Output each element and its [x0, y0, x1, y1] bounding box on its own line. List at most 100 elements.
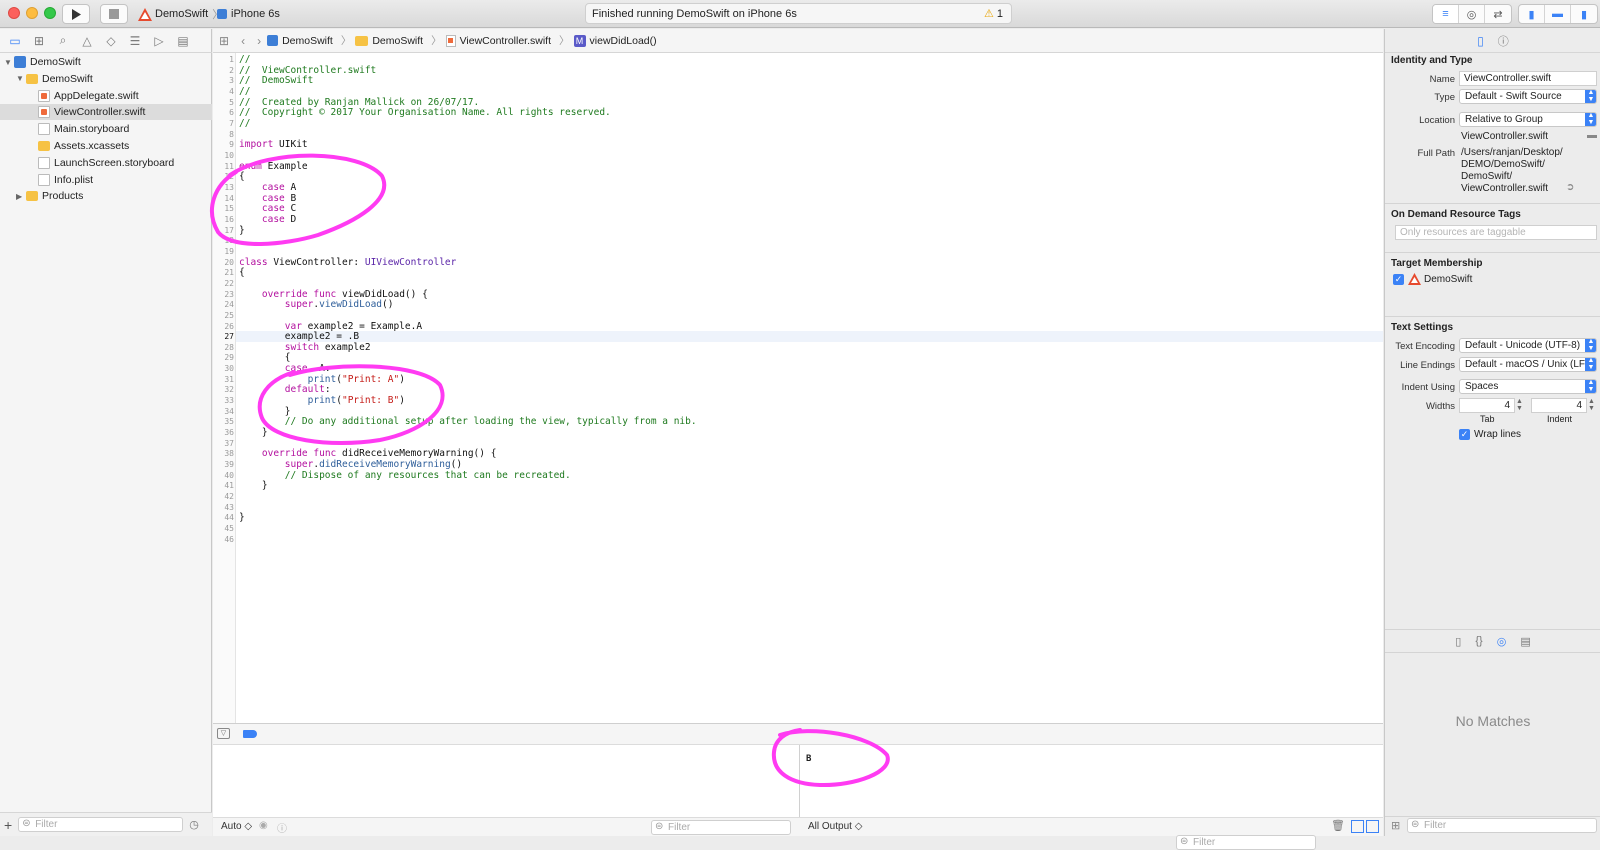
navigator-item[interactable]: LaunchScreen.storyboard	[0, 155, 212, 171]
folder-icon[interactable]: ▭	[8, 34, 22, 48]
quick-help-icon[interactable]: ⓘ	[1498, 33, 1509, 49]
indent-width-field[interactable]: 4	[1531, 398, 1587, 413]
scheme-selector[interactable]: DemoSwift 〉	[138, 4, 227, 24]
code-line[interactable]: }	[239, 406, 291, 417]
issue-icon[interactable]: △	[80, 34, 94, 48]
code-line[interactable]: super.didReceiveMemoryWarning()	[239, 459, 462, 470]
code-line[interactable]: class ViewController: UIViewController	[239, 257, 456, 268]
code-line[interactable]: {	[239, 267, 245, 278]
library-filter-input[interactable]: Filter	[1407, 818, 1597, 833]
code-line[interactable]: case D	[239, 214, 296, 225]
code-line[interactable]: print("Print: A")	[239, 374, 405, 385]
variables-view-toggle-icon[interactable]	[1351, 820, 1364, 833]
code-line[interactable]: case C	[239, 203, 296, 214]
trash-icon[interactable]: 🗑	[1331, 819, 1345, 832]
code-line[interactable]: // DemoSwift	[239, 75, 313, 86]
navigator-filter-input[interactable]: Filter	[18, 817, 184, 832]
navigator-item[interactable]: Assets.xcassets	[0, 138, 212, 154]
indent-using-popup[interactable]: Spaces ▲ ▼	[1459, 379, 1597, 394]
variables-filter-input[interactable]: Filter	[651, 820, 791, 835]
target-checkbox[interactable]: ✓	[1393, 274, 1404, 285]
code-line[interactable]: example2 = .B	[239, 331, 359, 342]
code-line[interactable]: // Copyright © 2017 Your Organisation Na…	[239, 107, 611, 118]
object-library-icon[interactable]: ◎	[1497, 635, 1507, 648]
code-line[interactable]: }	[239, 512, 245, 523]
navigator-item[interactable]: Main.storyboard	[0, 121, 212, 137]
file-inspector-icon[interactable]: ▯	[1477, 34, 1484, 48]
indent-width-stepper[interactable]: ▲ ▼	[1588, 398, 1595, 412]
code-line[interactable]: enum Example	[239, 161, 308, 172]
code-line[interactable]: //	[239, 54, 250, 65]
code-line[interactable]: }	[239, 427, 268, 438]
type-popup[interactable]: Default - Swift Source ▲ ▼	[1459, 89, 1597, 104]
wrap-lines-checkbox[interactable]: ✓	[1459, 429, 1470, 440]
code-line[interactable]: // Created by Ranjan Mallick on 26/07/17…	[239, 97, 479, 108]
console-view[interactable]: B	[800, 745, 1383, 817]
code-line[interactable]: case A	[239, 182, 296, 193]
variables-scope-popup[interactable]: Auto ◇	[221, 821, 252, 832]
text-encoding-popup[interactable]: Default - Unicode (UTF-8) ▲ ▼	[1459, 338, 1597, 353]
warning-indicator[interactable]: ⚠ 1	[984, 7, 1003, 20]
code-line[interactable]: {	[239, 171, 245, 182]
reveal-in-finder-icon[interactable]: ➲	[1566, 182, 1574, 193]
console-view-toggle-icon[interactable]	[1366, 820, 1379, 833]
code-line[interactable]: var example2 = Example.A	[239, 321, 422, 332]
source-control-icon[interactable]: ⊞	[32, 34, 46, 48]
code-line[interactable]: import UIKit	[239, 139, 308, 150]
source-editor[interactable]: 1 2 3 4 5 6 7 8 9 10 11 12 13 14 15 16 17 18 19 20 21 22 23 24 2…	[213, 53, 1383, 723]
code-line[interactable]: override func didReceiveMemoryWarning() …	[239, 448, 497, 459]
breakpoints-toggle-icon[interactable]	[243, 730, 257, 738]
report-icon[interactable]: ▤	[176, 34, 190, 48]
add-icon[interactable]: +	[4, 817, 12, 833]
line-number-gutter[interactable]: 1 2 3 4 5 6 7 8 9 10 11 12 13 14 15 16 17 18 19 20 21 22 23 24 2…	[213, 53, 236, 723]
tab-width-field[interactable]: 4	[1459, 398, 1515, 413]
odr-tags-field[interactable]: Only resources are taggable	[1395, 225, 1597, 240]
toggle-inspector-button[interactable]: ▮	[1571, 5, 1597, 23]
code-line[interactable]: //	[239, 118, 250, 129]
standard-editor-button[interactable]: ≡	[1433, 5, 1459, 23]
hide-debug-area-icon[interactable]: ▽	[217, 728, 230, 739]
disclosure-triangle-icon[interactable]: ▼	[4, 58, 14, 67]
forward-icon[interactable]: ›	[257, 34, 261, 48]
debug-icon[interactable]: ☰	[128, 34, 142, 48]
recent-files-icon[interactable]: ◷	[189, 818, 199, 831]
search-icon[interactable]: ⌕	[56, 33, 70, 48]
code-line[interactable]: override func viewDidLoad() {	[239, 289, 428, 300]
disclosure-triangle-icon[interactable]: ▶	[16, 192, 26, 201]
code-line[interactable]: }	[239, 480, 268, 491]
device-selector[interactable]: iPhone 6s	[216, 4, 280, 24]
name-field[interactable]: ViewController.swift	[1459, 71, 1597, 86]
navigator-item[interactable]: ▼ DemoSwift	[0, 54, 212, 70]
code-line[interactable]: case B	[239, 193, 296, 204]
variables-view[interactable]	[213, 745, 800, 817]
code-line[interactable]: //	[239, 86, 250, 97]
code-line[interactable]: // Dispose of any resources that can be …	[239, 470, 571, 481]
disclosure-triangle-icon[interactable]: ▼	[16, 74, 26, 83]
breadcrumb-group[interactable]: DemoSwift	[355, 35, 423, 47]
code-line[interactable]: // Do any additional setup after loading…	[239, 416, 697, 427]
toggle-navigator-button[interactable]: ▮	[1519, 5, 1545, 23]
console-output-popup[interactable]: All Output ◇	[808, 821, 862, 832]
folder-icon[interactable]: ▬	[1587, 130, 1597, 141]
file-template-icon[interactable]: ▯	[1455, 635, 1461, 648]
breakpoint-icon[interactable]: ▷	[152, 34, 166, 48]
breadcrumb-project[interactable]: DemoSwift	[267, 35, 333, 47]
toggle-debug-area-button[interactable]: ▬	[1545, 5, 1571, 23]
navigator-item[interactable]: ▶ Products	[0, 188, 212, 204]
minimize-window-button[interactable]	[26, 7, 38, 19]
zoom-window-button[interactable]	[44, 7, 56, 19]
code-line[interactable]: }	[239, 225, 245, 236]
code-line[interactable]: // ViewController.swift	[239, 65, 376, 76]
code-line[interactable]: case .A:	[239, 363, 331, 374]
navigator-item[interactable]: AppDelegate.swift	[0, 88, 212, 104]
code-line[interactable]: print("Print: B")	[239, 395, 405, 406]
test-icon[interactable]: ◇	[104, 34, 118, 48]
close-window-button[interactable]	[8, 7, 20, 19]
code-line[interactable]: super.viewDidLoad()	[239, 299, 394, 310]
media-library-icon[interactable]: ▤	[1520, 635, 1530, 648]
navigator-item[interactable]: Info.plist	[0, 172, 212, 188]
code-line[interactable]: {	[239, 352, 291, 363]
line-endings-popup[interactable]: Default - macOS / Unix (LF) ▲ ▼	[1459, 357, 1597, 372]
navigator-item[interactable]: ViewController.swift	[0, 104, 212, 121]
back-icon[interactable]: ‹	[241, 34, 245, 48]
